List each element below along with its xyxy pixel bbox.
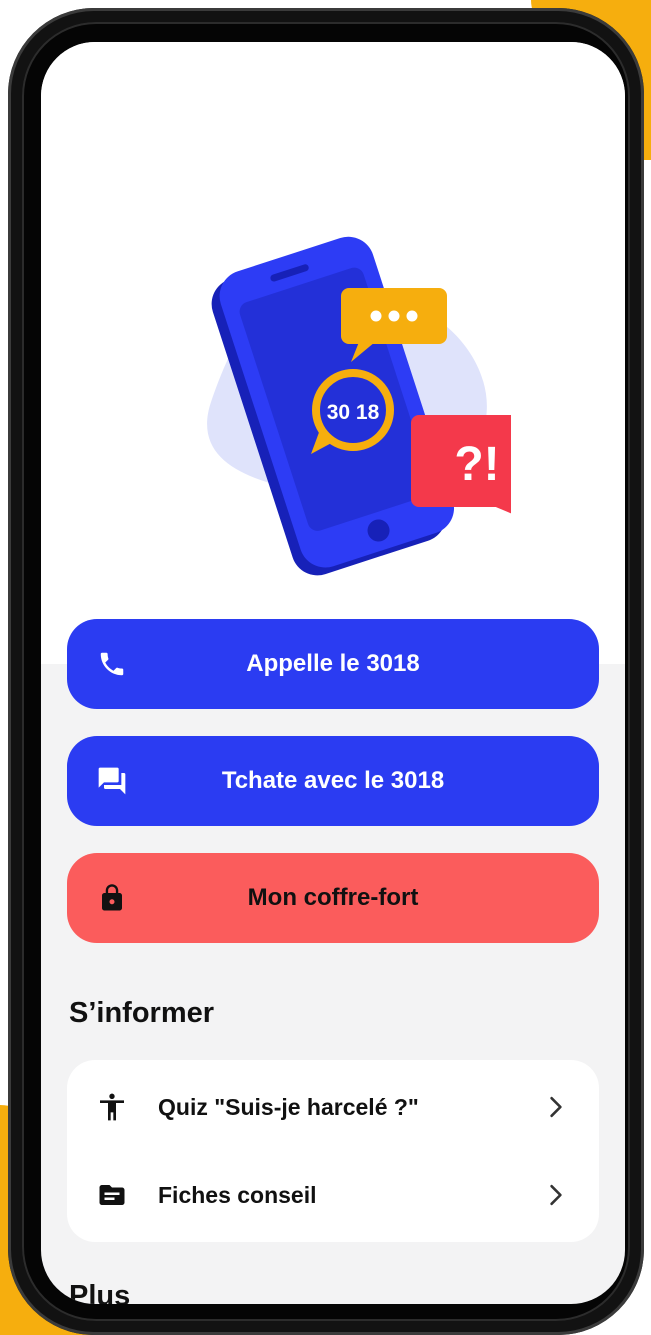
hero-section: 30 18 ?! xyxy=(41,42,625,664)
call-3018-button[interactable]: Appelle le 3018 xyxy=(67,619,599,709)
list-item-fiches[interactable]: Fiches conseil xyxy=(67,1150,599,1240)
quiz-label: Quiz "Suis-je harcelé ?" xyxy=(158,1093,419,1120)
safe-button-label: Mon coffre-fort xyxy=(247,884,419,911)
badge-text: 30 18 xyxy=(327,401,380,424)
phone-icon xyxy=(95,647,129,681)
illustration-question-bubble: ?! xyxy=(411,415,511,514)
chat-3018-button[interactable]: Tchate avec le 3018 xyxy=(67,736,599,826)
app-screen: 30 18 ?! Appelle le 3018 Tchate avec le … xyxy=(41,42,625,1304)
lock-icon xyxy=(95,881,129,915)
folder-icon xyxy=(95,1178,129,1212)
call-button-label: Appelle le 3018 xyxy=(246,650,420,677)
bubble-text: ?! xyxy=(454,438,499,491)
fiches-label: Fiches conseil xyxy=(158,1181,317,1208)
safe-box-button[interactable]: Mon coffre-fort xyxy=(67,853,599,943)
next-section-title: Plus xyxy=(69,1280,131,1304)
chevron-right-icon xyxy=(550,1184,562,1206)
chat-button-label: Tchate avec le 3018 xyxy=(221,767,445,794)
illustration-3018-badge: 30 18 xyxy=(311,369,394,454)
hero-illustration: 30 18 ?! xyxy=(207,236,511,576)
inform-section-title: S’informer xyxy=(69,997,215,1029)
chat-icon xyxy=(95,764,129,798)
inform-card: Quiz "Suis-je harcelé ?" Fiches conseil xyxy=(67,1060,599,1242)
list-item-quiz[interactable]: Quiz "Suis-je harcelé ?" xyxy=(67,1062,599,1152)
person-icon xyxy=(95,1090,129,1124)
chevron-right-icon xyxy=(550,1096,562,1118)
